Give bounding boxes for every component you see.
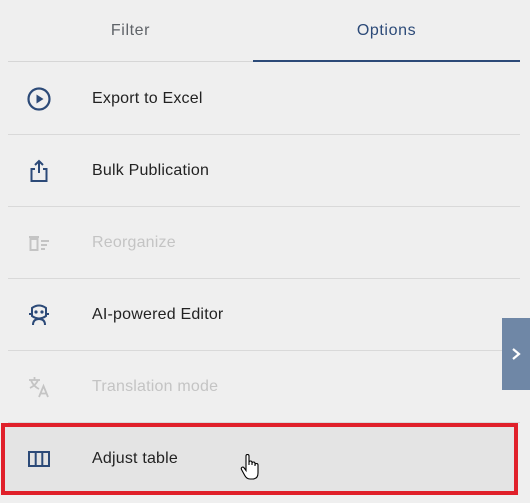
table-columns-icon xyxy=(26,446,52,472)
hand-cursor-icon xyxy=(240,454,259,480)
robot-icon xyxy=(26,302,52,328)
expand-panel-button[interactable] xyxy=(502,318,530,390)
menu-item-label: Reorganize xyxy=(92,233,176,251)
share-upload-icon xyxy=(26,158,52,184)
menu-item-label: Translation mode xyxy=(92,377,219,395)
menu-item-bulk-publication[interactable]: Bulk Publication xyxy=(8,135,520,207)
menu-item-translation-mode: Translation mode xyxy=(8,351,520,423)
tab-options[interactable]: Options xyxy=(253,0,520,62)
menu-item-label: Export to Excel xyxy=(92,89,203,107)
reorganize-icon xyxy=(26,230,52,256)
tab-divider xyxy=(8,61,253,62)
menu-item-adjust-table[interactable]: Adjust table xyxy=(8,423,520,494)
menu-item-label: AI-powered Editor xyxy=(92,305,224,323)
options-menu: Export to Excel Bulk Publication Reorgan… xyxy=(8,63,520,494)
menu-item-export-excel[interactable]: Export to Excel xyxy=(8,63,520,135)
tab-bar: Filter Options xyxy=(8,0,520,62)
tab-filter[interactable]: Filter xyxy=(8,0,253,62)
translate-icon xyxy=(26,374,52,400)
menu-item-label: Adjust table xyxy=(92,449,179,467)
menu-item-reorganize: Reorganize xyxy=(8,207,520,279)
play-circle-icon xyxy=(26,86,52,112)
chevron-right-icon xyxy=(512,348,521,360)
menu-item-ai-editor[interactable]: AI-powered Editor xyxy=(8,279,520,351)
menu-item-label: Bulk Publication xyxy=(92,161,210,179)
active-tab-indicator xyxy=(253,60,520,62)
